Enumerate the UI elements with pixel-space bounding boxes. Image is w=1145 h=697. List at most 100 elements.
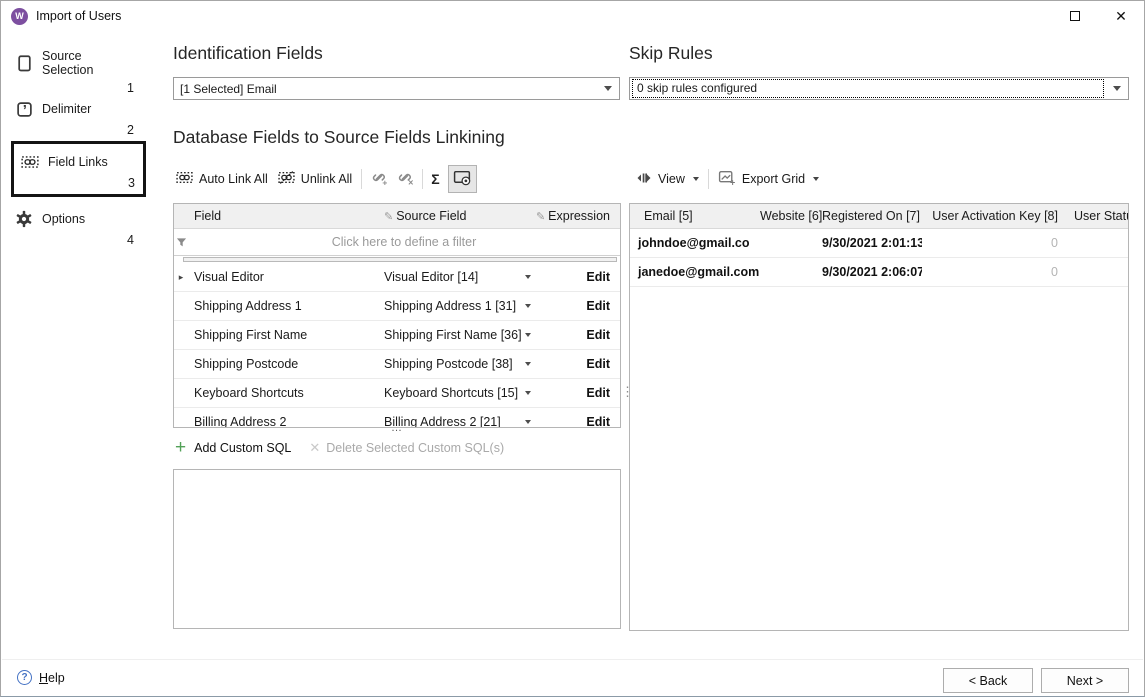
step-number: 4 [14,231,136,247]
sidebar-item-field-links[interactable]: Field Links 3 [11,141,146,197]
table-row[interactable]: janedoe@gmail.com 9/30/2021 2:06:07 0 [630,258,1128,287]
footer-separator [2,659,1143,660]
source-field-cell[interactable]: Visual Editor [14] [384,270,534,284]
link-plus-icon: + [370,169,388,189]
remove-link-button[interactable]: × [392,166,418,192]
email-cell: janedoe@gmail.com [630,265,760,279]
chevron-down-icon [525,362,531,366]
plus-icon: + [175,441,186,455]
add-custom-sql-button[interactable]: + Add Custom SQL [175,441,291,455]
grid-horizontal-scrollbar[interactable] [183,257,617,262]
field-cell: Shipping Address 1 [188,299,384,313]
close-icon: ✕ [1115,9,1127,23]
maximize-button[interactable] [1052,1,1098,31]
toolbar-separator [361,169,362,189]
activation-key-cell: 0 [922,236,1068,250]
import-of-users-window: W Import of Users ✕ Source Selection 1 ’… [0,0,1145,697]
svg-text:×: × [408,177,413,186]
skip-rules-value: 0 skip rules configured [631,78,1105,99]
sidebar-item-label: Delimiter [42,102,91,116]
source-field-cell[interactable]: Shipping Postcode [38] [384,357,534,371]
pencil-icon: ✎ [536,211,545,223]
column-header-website[interactable]: Website [6] [760,209,822,223]
delete-custom-sql-label: Delete Selected Custom SQL(s) [326,441,504,455]
help-link[interactable]: ? Help [17,670,65,685]
preview-toggle-button[interactable] [448,165,477,193]
column-header-user-activation-key[interactable]: User Activation Key [8] [922,209,1068,223]
skip-rules-heading: Skip Rules [629,43,713,64]
custom-sql-editor[interactable] [173,469,621,629]
x-icon: ✕ [309,440,320,456]
titlebar: W Import of Users ✕ [1,1,1144,31]
edit-expression-link[interactable]: Edit [586,328,610,342]
next-button[interactable]: Next > [1041,668,1129,693]
edit-expression-link[interactable]: Edit [586,299,610,313]
svg-text:+: + [383,177,388,186]
registered-on-cell: 9/30/2021 2:01:13 [822,236,922,250]
sigma-icon: Σ [431,171,439,187]
field-links-icon [20,152,40,172]
source-field-cell[interactable]: Shipping Address 1 [31] [384,299,534,313]
wizard-sidebar: Source Selection 1 ’ Delimiter 2 Field L… [1,31,167,656]
column-header-field[interactable]: Field [188,209,384,223]
preview-grid-header: Email [5] Website [6] Registered On [7] … [630,204,1128,229]
unlink-all-label: Unlink All [301,172,352,186]
back-button[interactable]: < Back [943,668,1033,693]
filter-funnel-icon [174,229,188,255]
add-link-button[interactable]: + [366,166,392,192]
export-grid-icon: + [718,169,736,189]
column-header-email[interactable]: Email [5] [630,209,760,223]
current-row-indicator-icon: ▸ [174,263,188,291]
sidebar-item-label: Field Links [48,155,108,169]
source-field-cell[interactable]: Shipping First Name [36] [384,328,534,342]
step-number: 2 [14,121,136,137]
table-row[interactable]: johndoe@gmail.co 9/30/2021 2:01:13 0 [630,229,1128,258]
source-field-cell[interactable]: Keyboard Shortcuts [15] [384,386,534,400]
field-links-grid: Field ✎Source Field ✎Expression Click he… [173,203,621,428]
filter-row[interactable]: Click here to define a filter [174,229,620,256]
delete-custom-sql-button[interactable]: ✕ Delete Selected Custom SQL(s) [309,440,504,456]
sidebar-item-source-selection[interactable]: Source Selection 1 [14,47,136,95]
view-columns-icon [636,171,652,188]
unlink-all-button[interactable]: Unlink All [273,167,357,191]
sidebar-item-delimiter[interactable]: ’ Delimiter 2 [14,97,136,137]
svg-text:’: ’ [22,103,26,118]
expression-sigma-button[interactable]: Σ [427,168,443,190]
monitor-eye-icon [453,169,472,189]
column-header-registered-on[interactable]: Registered On [7] [822,209,922,223]
column-header-user-status[interactable]: User Status [9 [1068,209,1128,223]
export-grid-label: Export Grid [742,172,805,186]
preview-toolbar: View + Export Grid [631,166,824,192]
export-grid-button[interactable]: + Export Grid [713,166,824,192]
chevron-down-icon [525,333,531,337]
table-row[interactable]: ▸ Visual Editor Visual Editor [14] Edit [174,263,620,292]
chevron-down-icon [693,177,699,181]
table-row[interactable]: Shipping First Name Shipping First Name … [174,321,620,350]
toolbar-separator [422,169,423,189]
linking-heading: Database Fields to Source Fields Linkini… [173,127,505,148]
column-header-expression[interactable]: ✎Expression [534,209,620,223]
auto-link-all-button[interactable]: Auto Link All [171,167,273,191]
view-menu-button[interactable]: View [631,168,704,191]
edit-expression-link[interactable]: Edit [586,357,610,371]
toolbar-separator [708,169,709,189]
chevron-down-icon [525,275,531,279]
table-row[interactable]: Shipping Postcode Shipping Postcode [38]… [174,350,620,379]
skip-rules-dropdown[interactable]: 0 skip rules configured [629,77,1129,100]
edit-expression-link[interactable]: Edit [586,386,610,400]
chevron-down-icon [525,304,531,308]
table-row[interactable]: Keyboard Shortcuts Keyboard Shortcuts [1… [174,379,620,408]
window-title: Import of Users [36,9,121,23]
table-row[interactable]: Shipping Address 1 Shipping Address 1 [3… [174,292,620,321]
maximize-icon [1070,11,1080,21]
close-button[interactable]: ✕ [1098,1,1144,31]
grid-resize-handle[interactable]: … [173,425,621,431]
field-cell: Visual Editor [188,270,384,284]
identification-fields-dropdown[interactable]: [1 Selected] Email [173,77,620,100]
linking-toolbar: Auto Link All Unlink All + × Σ [171,166,477,192]
filter-placeholder: Click here to define a filter [188,235,620,249]
column-header-source-field[interactable]: ✎Source Field [384,209,534,223]
edit-expression-link[interactable]: Edit [586,270,610,284]
activation-key-cell: 0 [922,265,1068,279]
sidebar-item-options[interactable]: Options 4 [14,207,136,247]
